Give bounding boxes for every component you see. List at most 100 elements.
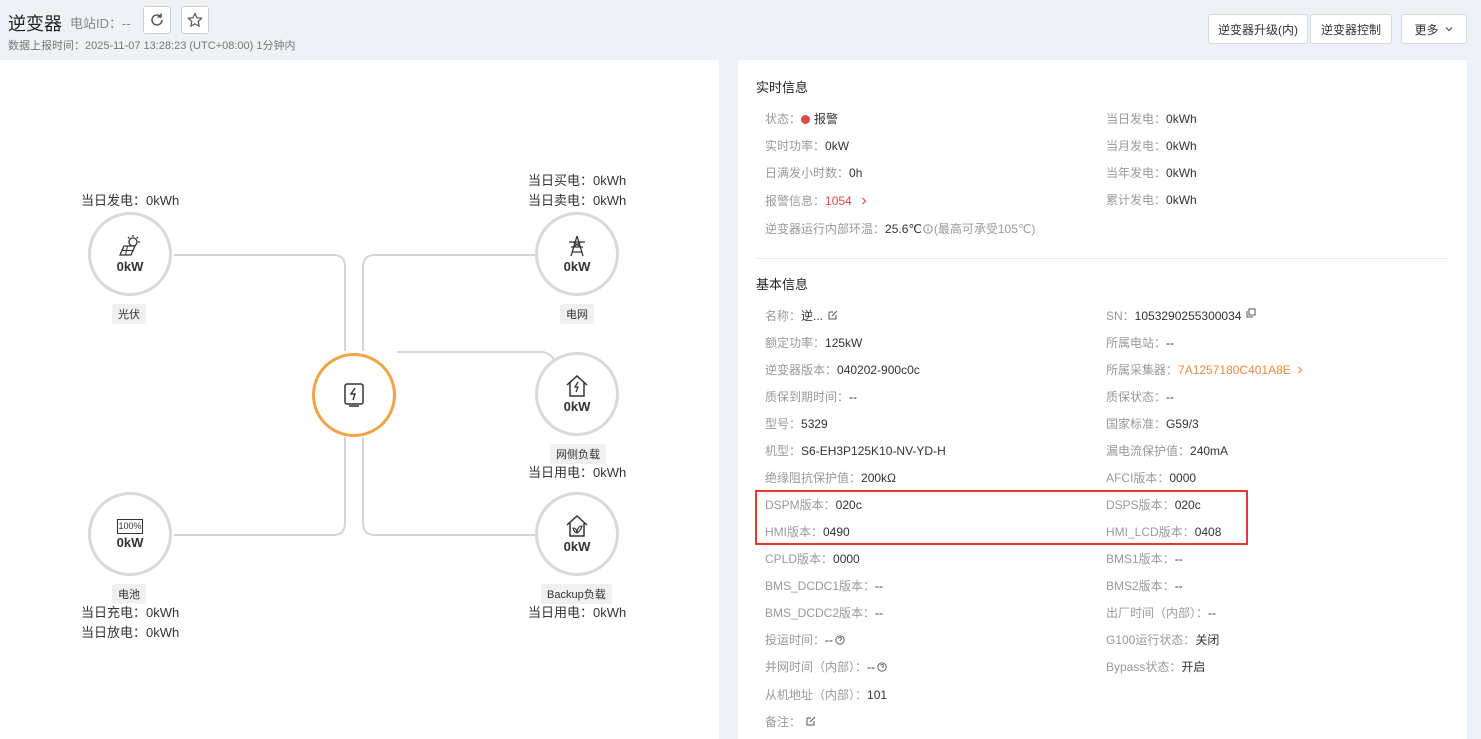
internal-temp-note: (最高可承受105℃) bbox=[933, 222, 1036, 236]
inverter-node[interactable] bbox=[312, 353, 396, 437]
field-value: 040202-900c0c bbox=[837, 363, 920, 377]
basic-section-title: 基本信息 bbox=[756, 277, 809, 292]
field-key: BMS1版本： bbox=[1106, 552, 1175, 566]
field-key: BMS_DCDC1版本： bbox=[765, 579, 876, 593]
grid-load-power: 0kW bbox=[563, 399, 591, 414]
monthly-generation-key: 当月发电： bbox=[1106, 139, 1167, 153]
monthly-generation-row: 当月发电：0kWh bbox=[1106, 137, 1197, 154]
battery-node[interactable]: 100% 0kW bbox=[88, 492, 172, 576]
grid-daily-sell: 当日卖电：0kWh bbox=[528, 193, 627, 208]
field-value: 1053290255300034 bbox=[1134, 309, 1242, 323]
help-icon[interactable] bbox=[877, 662, 887, 672]
basic-right-row: SN：1053290255300034 bbox=[1106, 307, 1256, 324]
field-key: 机型： bbox=[765, 444, 802, 458]
field-value: 关闭 bbox=[1195, 633, 1220, 647]
basic-left-row: 逆变器版本：040202-900c0c bbox=[765, 361, 920, 378]
daily-generation-key: 当日发电： bbox=[1106, 112, 1167, 126]
field-value: -- bbox=[825, 633, 834, 647]
edit-icon[interactable] bbox=[806, 716, 816, 726]
highlight-box bbox=[755, 490, 1248, 545]
field-value: 开启 bbox=[1181, 660, 1206, 674]
chevron-right-icon bbox=[862, 197, 867, 205]
inverter-control-button[interactable]: 逆变器控制 bbox=[1310, 14, 1392, 44]
daily-generation-value: 0kWh bbox=[1166, 112, 1197, 126]
basic-left-row: 投运时间：-- bbox=[765, 631, 845, 648]
backup-load-node[interactable]: 0kW bbox=[535, 492, 619, 576]
solar-panel-icon bbox=[118, 235, 140, 256]
field-key: 出厂时间（内部）： bbox=[1106, 606, 1209, 620]
field-key: 从机地址（内部）： bbox=[765, 688, 868, 702]
field-key: 质保状态： bbox=[1106, 390, 1167, 404]
field-value: 125kW bbox=[825, 336, 863, 350]
basic-left-row: BMS_DCDC2版本：-- bbox=[765, 604, 883, 621]
basic-left-row: 名称：逆... bbox=[765, 307, 838, 324]
page-title: 逆变器 bbox=[8, 14, 62, 34]
backup-load-label: Backup负载 bbox=[541, 584, 612, 604]
field-key: 投运时间： bbox=[765, 633, 826, 647]
basic-left-row: 从机地址（内部）：101 bbox=[765, 686, 887, 703]
field-key: CPLD版本： bbox=[765, 552, 834, 566]
field-value: 5329 bbox=[801, 417, 828, 431]
basic-left-row: 型号：5329 bbox=[765, 415, 828, 432]
basic-right-row: AFCI版本：0000 bbox=[1106, 469, 1196, 486]
battery-label: 电池 bbox=[112, 584, 146, 604]
collector-link[interactable]: 7A1257180C401A8E bbox=[1178, 363, 1291, 377]
grid-load-node[interactable]: 0kW bbox=[535, 352, 619, 436]
favorite-button[interactable] bbox=[181, 6, 209, 34]
field-key: 名称： bbox=[765, 309, 802, 323]
field-value: -- bbox=[1174, 552, 1183, 566]
field-value: 0000 bbox=[1169, 471, 1197, 485]
field-value: -- bbox=[1208, 606, 1217, 620]
more-dropdown[interactable]: 更多 bbox=[1401, 14, 1467, 44]
basic-left-row: 绝缘阻抗保护值：200kΩ bbox=[765, 469, 896, 486]
pv-node[interactable]: 0kW bbox=[88, 212, 172, 296]
info-icon[interactable] bbox=[923, 224, 933, 234]
help-icon[interactable] bbox=[835, 635, 845, 645]
total-generation-value: 0kWh bbox=[1166, 193, 1197, 207]
inverter-info-panel: 实时信息 状态： 报警 实时功率：0kW 日满发小时数：0h 报警信息：1054 … bbox=[738, 60, 1467, 739]
status-value: 报警 bbox=[814, 112, 839, 126]
field-key: 备注： bbox=[765, 715, 802, 729]
alarm-info-row[interactable]: 报警信息：1054 bbox=[765, 192, 869, 209]
pv-power: 0kW bbox=[116, 259, 144, 274]
field-value: -- bbox=[1166, 336, 1175, 350]
grid-daily-buy: 当日买电：0kWh bbox=[528, 173, 627, 188]
edit-icon[interactable] bbox=[828, 310, 838, 320]
copy-icon[interactable] bbox=[1246, 308, 1256, 318]
basic-right-row: G100运行状态：关闭 bbox=[1106, 631, 1219, 648]
total-generation-row: 累计发电：0kWh bbox=[1106, 191, 1197, 208]
grid-load-label: 网侧负载 bbox=[550, 444, 606, 464]
basic-right-row: 所属电站：-- bbox=[1106, 334, 1174, 351]
field-key: Bypass状态： bbox=[1106, 660, 1182, 674]
field-key: 所属采集器： bbox=[1106, 363, 1179, 377]
alarm-count-link[interactable]: 1054 bbox=[825, 194, 852, 208]
field-value: -- bbox=[1166, 390, 1175, 404]
basic-left-row: 质保到期时间：-- bbox=[765, 388, 857, 405]
basic-left-row: 机型：S6-EH3P125K10-NV-YD-H bbox=[765, 442, 946, 459]
internal-temp-key: 逆变器运行内部环温： bbox=[765, 222, 886, 236]
grid-power: 0kW bbox=[563, 259, 591, 274]
realtime-power-row: 实时功率：0kW bbox=[765, 137, 849, 154]
pv-label: 光伏 bbox=[112, 304, 146, 324]
backup-load-power: 0kW bbox=[563, 539, 591, 554]
field-key: SN： bbox=[1106, 309, 1135, 323]
chevron-down-icon bbox=[1445, 27, 1452, 32]
backup-load-daily-consumption: 当日用电：0kWh bbox=[528, 605, 627, 620]
field-value: 240mA bbox=[1190, 444, 1229, 458]
battery-power: 0kW bbox=[116, 534, 144, 550]
basic-right-row: BMS2版本：-- bbox=[1106, 577, 1183, 594]
alarm-info-key: 报警信息： bbox=[765, 194, 826, 208]
total-generation-key: 累计发电： bbox=[1106, 193, 1167, 207]
field-key: 型号： bbox=[765, 417, 802, 431]
star-icon bbox=[187, 12, 203, 28]
full-load-hours-value: 0h bbox=[849, 166, 863, 180]
inverter-upgrade-button[interactable]: 逆变器升级(内) bbox=[1208, 14, 1308, 44]
home-leaf-icon bbox=[566, 514, 588, 537]
field-key: G100运行状态： bbox=[1106, 633, 1196, 647]
grid-node[interactable]: 0kW bbox=[535, 212, 619, 296]
basic-right-row[interactable]: 所属采集器：7A1257180C401A8E bbox=[1106, 361, 1305, 378]
field-value: -- bbox=[849, 390, 858, 404]
refresh-button[interactable] bbox=[143, 6, 171, 34]
field-value: S6-EH3P125K10-NV-YD-H bbox=[801, 444, 946, 458]
basic-left-row: BMS_DCDC1版本：-- bbox=[765, 577, 883, 594]
